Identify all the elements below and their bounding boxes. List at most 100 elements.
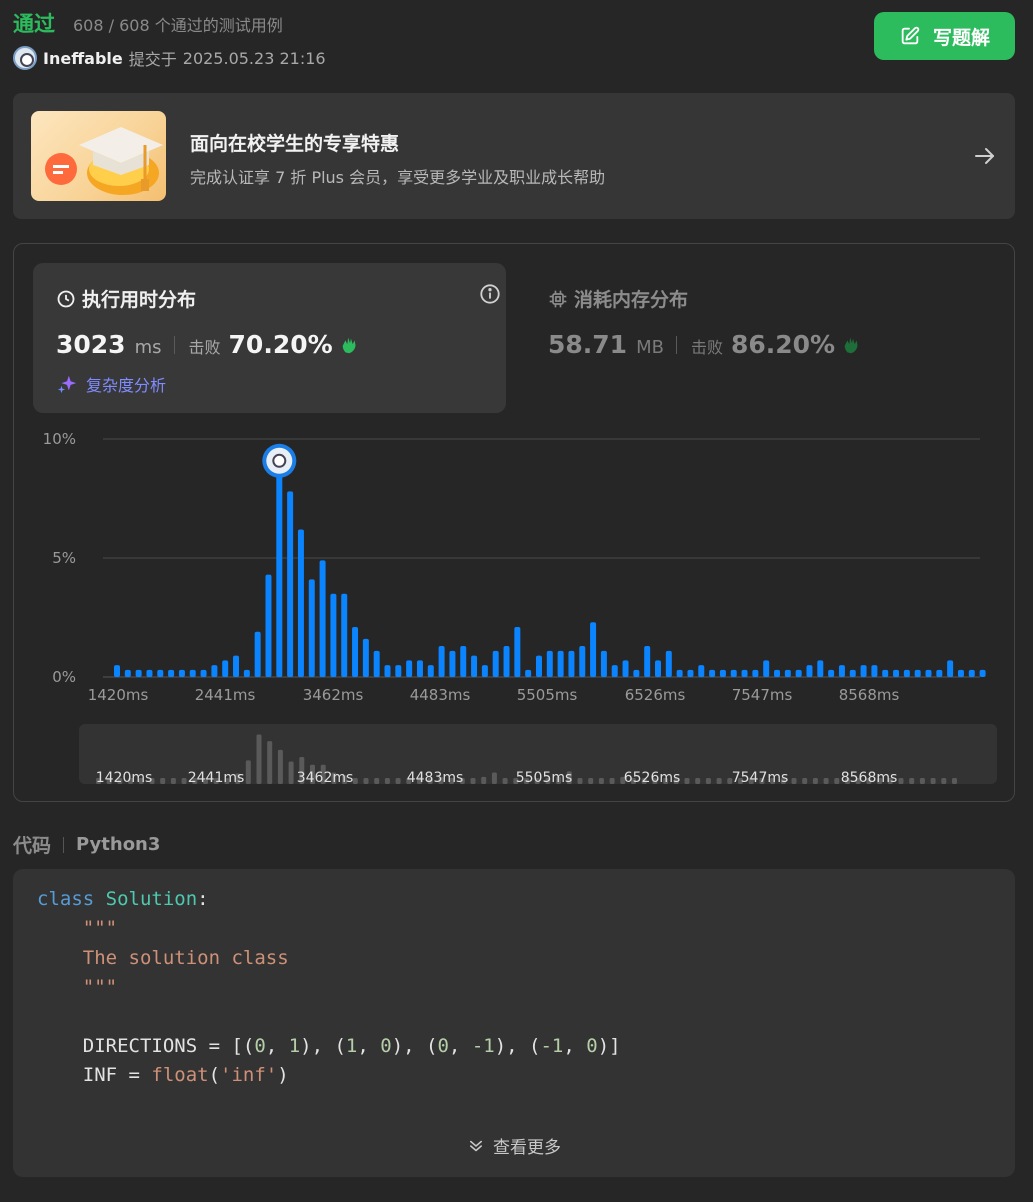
histogram-bar (622, 660, 629, 677)
histogram-bar (665, 650, 672, 677)
submitted-time: 2025.05.23 21:16 (182, 48, 326, 68)
minimap-bar (598, 778, 604, 784)
histogram-bar (287, 491, 294, 677)
minimap-bar (363, 778, 369, 784)
histogram-bar (719, 669, 726, 677)
histogram-bar (525, 669, 532, 677)
histogram-bar (676, 669, 683, 677)
minimap-bar (181, 778, 187, 784)
histogram-bar (178, 669, 185, 677)
histogram-bar (784, 669, 791, 677)
histogram-bar (352, 627, 359, 677)
histogram-bar (817, 660, 824, 677)
minimap-bar (170, 778, 176, 784)
y-tick-label: 0% (52, 668, 76, 686)
minimap-bar (288, 761, 294, 784)
histogram-bar (146, 669, 153, 677)
histogram-bar (730, 669, 737, 677)
minimap-bar (834, 778, 840, 784)
minimap-bar (684, 778, 690, 784)
minimap-bar (812, 778, 818, 784)
minimap-bar (716, 778, 722, 784)
write-solution-button[interactable]: 写题解 (874, 12, 1015, 60)
student-promo-banner[interactable]: 面向在校学生的专享特惠 完成认证享 7 折 Plus 会员，享受更多学业及职业成… (13, 93, 1015, 219)
histogram-bar (427, 665, 434, 677)
histogram-bar (903, 669, 910, 677)
histogram-bar (265, 574, 272, 677)
submitter-name[interactable]: Ineffable (43, 49, 123, 68)
submission-info: Ineffable 提交于 2025.05.23 21:16 (13, 46, 326, 70)
histogram-bar (936, 669, 943, 677)
histogram-bar (222, 660, 229, 677)
graduation-cap-illustration (31, 111, 166, 201)
minimap-bar (374, 778, 380, 784)
minimap-tick-label: 7547ms (732, 770, 789, 786)
y-tick-label: 10% (43, 430, 76, 448)
arrow-right-icon[interactable] (973, 144, 997, 168)
histogram-bar (449, 650, 456, 677)
histogram-bar (611, 665, 618, 677)
y-tick-label: 5% (52, 549, 76, 567)
histogram-bar (254, 631, 261, 677)
histogram-bar (687, 669, 694, 677)
histogram-bar (481, 665, 488, 677)
code-block[interactable]: class Solution: """ The solution class "… (13, 869, 1015, 1177)
histogram-bar (709, 669, 716, 677)
histogram-bar (568, 650, 575, 677)
code-header: 代码 Python3 (13, 831, 160, 858)
minimap-bar (160, 778, 166, 784)
histogram-bar (644, 646, 651, 677)
minimap-bar (705, 778, 711, 784)
histogram-bar (157, 669, 164, 677)
histogram-bar (243, 669, 250, 677)
x-tick-label: 7547ms (732, 686, 793, 704)
histogram-bar (925, 669, 932, 677)
histogram-bar (947, 660, 954, 677)
histogram-bar (416, 660, 423, 677)
minimap-tick-label: 5505ms (516, 770, 573, 786)
minimap-tick-label: 8568ms (841, 770, 898, 786)
divider (63, 836, 65, 853)
histogram-bar (471, 655, 478, 677)
minimap-bar (791, 778, 797, 784)
x-tick-label: 4483ms (410, 686, 471, 704)
minimap-bar (352, 777, 358, 784)
histogram-bar (828, 669, 835, 677)
histogram-bar (763, 660, 770, 677)
promo-title: 面向在校学生的专享特惠 (190, 133, 400, 155)
histogram-bar (373, 650, 380, 677)
histogram-bar (795, 669, 802, 677)
code-content: class Solution: """ The solution class "… (37, 888, 621, 1087)
histogram-bar (503, 646, 510, 677)
double-chevron-down-icon (470, 1140, 482, 1151)
minimap-bar (823, 778, 829, 784)
histogram-bar (957, 669, 964, 677)
show-more-button[interactable]: 查看更多 (13, 1133, 1015, 1158)
histogram-bar (200, 669, 207, 677)
minimap-bar (930, 778, 936, 784)
histogram-bar (438, 646, 445, 677)
histogram-bar (319, 560, 326, 677)
histogram-bar (860, 665, 867, 677)
minimap-bar (919, 778, 925, 784)
minimap-bar (481, 776, 487, 784)
minimap-bar (909, 778, 915, 784)
submitted-label: 提交于 (128, 50, 177, 69)
histogram-bar (395, 665, 402, 677)
avatar[interactable] (13, 46, 37, 70)
minimap-bar (898, 778, 904, 784)
minimap-bar (277, 749, 283, 784)
minimap-bar (952, 778, 957, 784)
minimap-bar (695, 778, 701, 784)
minimap-bar (588, 778, 594, 784)
histogram-bar (600, 650, 607, 677)
histogram-bar (590, 622, 597, 677)
histogram-bar (341, 593, 348, 677)
minimap-tick-label: 2441ms (188, 770, 245, 786)
x-tick-label: 1420ms (88, 686, 149, 704)
histogram-bar (579, 646, 586, 677)
histogram-bar (492, 650, 499, 677)
histogram-bar (308, 579, 315, 677)
promo-subtitle: 完成认证享 7 折 Plus 会员，享受更多学业及职业成长帮助 (190, 168, 606, 187)
histogram-bar (557, 650, 564, 677)
